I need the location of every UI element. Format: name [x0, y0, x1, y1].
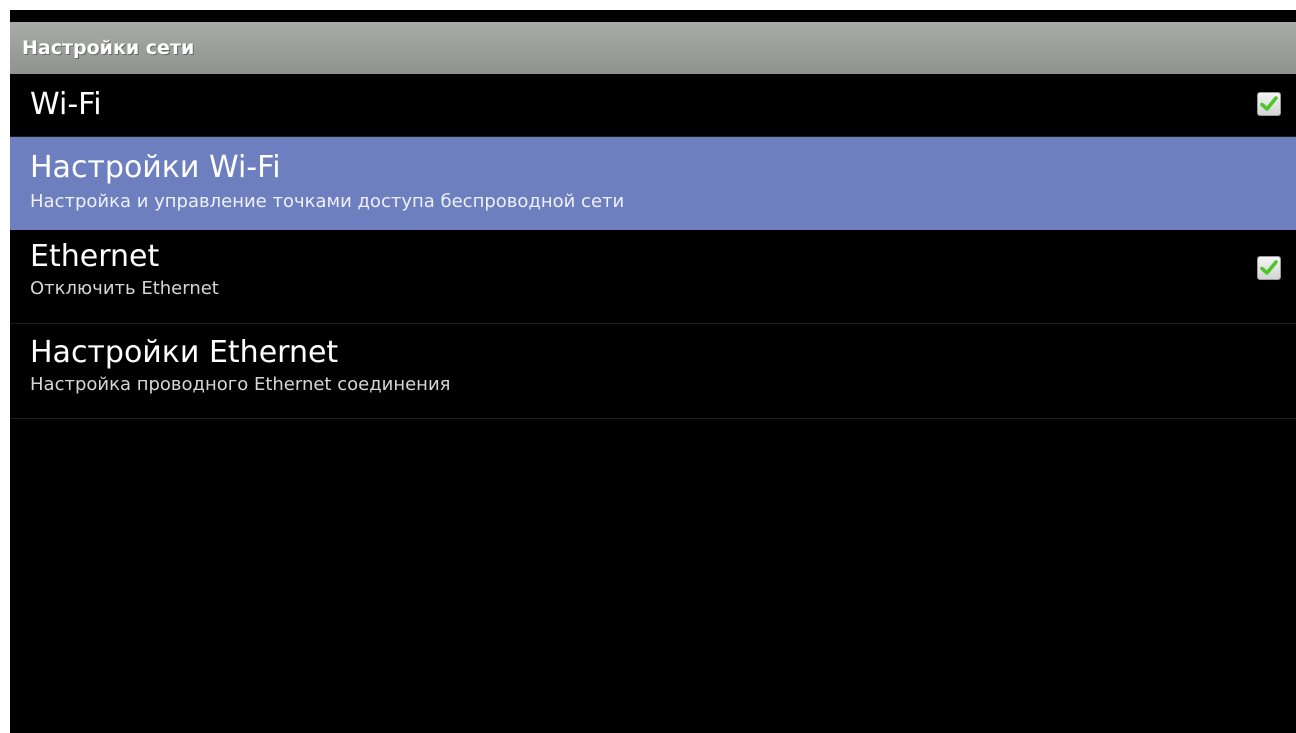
wifi-settings-title: Настройки Wi-Fi	[30, 150, 281, 185]
checkmark-icon	[1260, 260, 1278, 275]
ethernet-settings-title: Настройки Ethernet	[30, 335, 339, 370]
wifi-toggle-title: Wi-Fi	[30, 87, 102, 122]
wifi-settings-summary: Настройка и управление точками доступа б…	[30, 191, 625, 212]
ethernet-toggle-item[interactable]: Ethernet Отключить Ethernet	[10, 230, 1296, 324]
category-header-title: Настройки сети	[22, 37, 195, 59]
preference-list: Wi-Fi Настройки Wi-Fi Настройка и управл…	[10, 74, 1296, 419]
wifi-checkbox[interactable]	[1257, 92, 1281, 116]
ethernet-settings-summary: Настройка проводного Ethernet соединения	[30, 374, 451, 395]
ethernet-toggle-title: Ethernet	[30, 239, 160, 274]
checkmark-icon	[1260, 96, 1278, 111]
category-header: Настройки сети	[10, 22, 1296, 74]
settings-screen: Настройки сети Wi-Fi Настройки Wi-Fi Нас…	[10, 10, 1296, 733]
wifi-settings-item[interactable]: Настройки Wi-Fi Настройка и управление т…	[10, 137, 1296, 230]
ethernet-settings-item[interactable]: Настройки Ethernet Настройка проводного …	[10, 324, 1296, 419]
ethernet-checkbox[interactable]	[1257, 256, 1281, 280]
ethernet-toggle-summary: Отключить Ethernet	[30, 278, 219, 299]
wifi-toggle-item[interactable]: Wi-Fi	[10, 74, 1296, 137]
